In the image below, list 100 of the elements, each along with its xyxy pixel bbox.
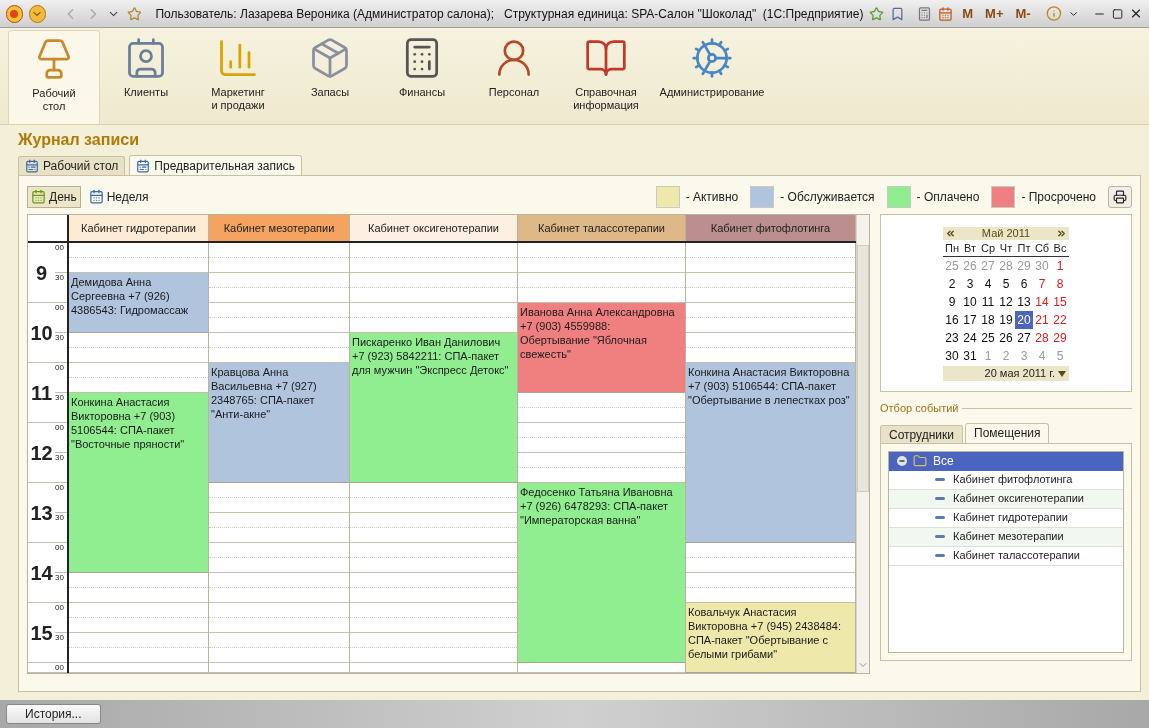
calendar-day[interactable]: 24	[961, 329, 979, 347]
calculator-icon[interactable]	[917, 5, 933, 22]
section-button[interactable]: Администрирование	[652, 30, 772, 124]
calendar-day[interactable]: 28	[1033, 329, 1051, 347]
calendar-icon[interactable]	[938, 5, 954, 22]
section-title: Отбор событий	[880, 401, 959, 416]
weekday-label: Вт	[963, 241, 977, 256]
minute-label: 30	[55, 513, 65, 522]
weekday-label: Ср	[979, 241, 997, 256]
hour-label: 10	[30, 322, 53, 343]
calendar-day[interactable]: 11	[979, 293, 997, 311]
calendar-day[interactable]: 5	[997, 275, 1015, 293]
calendar-day[interactable]: 12	[997, 293, 1015, 311]
collapse-icon[interactable]	[897, 456, 907, 466]
appointment-block[interactable]: Ковальчук Анастасия Викторовна +7 (945) 2438484: СПА-пакет "Обертывание с белыми грибами"	[686, 603, 855, 673]
calendar-day[interactable]: 2	[943, 275, 961, 293]
calendar-day[interactable]: 14	[1033, 293, 1051, 311]
tab[interactable]: Предварительная запись	[129, 155, 302, 175]
memory-button[interactable]: M+	[982, 3, 1007, 24]
hour-label: 11	[30, 382, 53, 403]
calendar-day[interactable]: 4	[979, 275, 997, 293]
tab-icon	[136, 158, 151, 173]
calendar-day[interactable]: 25	[979, 329, 997, 347]
calendar-day[interactable]: 1	[1051, 257, 1069, 275]
gear-icon	[690, 36, 734, 80]
view-button[interactable]: День	[27, 185, 81, 208]
calendar-day[interactable]: 29	[1051, 329, 1069, 347]
calendar-day[interactable]: 22	[1051, 311, 1069, 329]
appointment-block[interactable]: Пискаренко Иван Данилович +7 (923) 5842211: СПА-пакет для мужчин "Экспресс Детокс"	[350, 333, 517, 483]
info-icon[interactable]	[1045, 5, 1062, 22]
section-button[interactable]: Запасы	[284, 30, 376, 124]
minute-label: 30	[55, 273, 65, 282]
star-icon[interactable]	[869, 5, 885, 22]
filter-tab[interactable]: Помещения	[965, 422, 1050, 443]
calendar-day[interactable]: 20	[1015, 311, 1033, 329]
calendar-day[interactable]: 30	[943, 347, 961, 365]
calendar-day[interactable]: 21	[1033, 311, 1051, 329]
calendar-day[interactable]: 15	[1051, 293, 1069, 311]
tab[interactable]: Рабочий стол	[18, 156, 126, 175]
calendar-day[interactable]: 16	[943, 311, 961, 329]
calendar-day[interactable]: 31	[961, 347, 979, 365]
page-title: Журнал записи	[18, 130, 139, 150]
next-month-icon[interactable]	[1056, 228, 1067, 239]
calendar-day[interactable]: 17	[961, 311, 979, 329]
section-button[interactable]: Рабочий стол	[8, 30, 100, 124]
calendar-day[interactable]: 10	[961, 293, 979, 311]
minute-label: 00	[55, 423, 65, 432]
calendar-day[interactable]: 19	[997, 311, 1015, 329]
scrollbar[interactable]	[856, 215, 869, 673]
dash-icon	[935, 478, 945, 481]
calendar-day[interactable]: 13	[1015, 293, 1033, 311]
calendar-day[interactable]: 7	[1033, 275, 1051, 293]
appointment-block[interactable]: Конкина Анастасия Викторовна +7 (903) 5106544: СПА-пакет "Обертывание в лепестках роз"	[686, 363, 855, 543]
section-button[interactable]: Маркетинг и продажи	[192, 30, 284, 124]
menu-dropdown-icon[interactable]	[28, 4, 46, 23]
calendar-day[interactable]: 9	[943, 293, 961, 311]
section-button[interactable]: Клиенты	[100, 30, 192, 124]
calendar-day[interactable]: 3	[961, 275, 979, 293]
section-button[interactable]: Финансы	[376, 30, 468, 124]
minute-label: 00	[55, 663, 65, 672]
minute-label: 30	[55, 633, 65, 642]
appointment-block[interactable]: Иванова Анна Александровна +7 (903) 4559988: Обертывание "Яблочная свежесть"	[518, 303, 685, 393]
appointment-block[interactable]: Кравцова Анна Васильевна +7 (927) 2348765: СПА-пакет "Анти-акне"	[209, 363, 349, 483]
appointment-block[interactable]: Демидова Анна Сергеевна +7 (926) 4386543: Гидромассаж	[69, 273, 208, 333]
close-icon[interactable]	[1129, 6, 1143, 21]
calendar-day[interactable]: 8	[1051, 275, 1069, 293]
month-label: Май 2011	[981, 226, 1031, 242]
dash-icon	[935, 554, 945, 557]
column-header: Кабинет оксигенотерапии	[350, 215, 518, 241]
print-button[interactable]	[1108, 185, 1132, 208]
tab-icon	[25, 159, 39, 173]
section-button[interactable]: Справочная информация	[560, 30, 652, 124]
calendar-day[interactable]: 6	[1015, 275, 1033, 293]
legend-label: - Активно	[685, 188, 739, 206]
date-dropdown[interactable]: 20 мая 2011 г.	[943, 366, 1069, 381]
tree-row[interactable]: Все	[889, 451, 1123, 471]
column-header: Кабинет талассотерапии	[518, 215, 686, 241]
folder-icon	[913, 454, 927, 468]
dash-icon	[935, 497, 945, 500]
calendar-day[interactable]: 18	[979, 311, 997, 329]
memory-button[interactable]: M-	[1012, 3, 1034, 24]
legend-label: - Обслуживается	[780, 188, 875, 206]
weekday-label: Чт	[998, 241, 1014, 256]
star-icon[interactable]	[126, 5, 142, 22]
view-button[interactable]: Неделя	[84, 185, 153, 208]
appointment-block[interactable]: Федосенко Татьяна Ивановна +7 (926) 6478293: СПА-пакет "Императорская ванна"	[518, 483, 685, 663]
memory-button[interactable]: M	[959, 3, 977, 24]
calendar-day[interactable]: 23	[943, 329, 961, 347]
calendar-day[interactable]: 27	[1015, 329, 1033, 347]
dash-icon	[935, 516, 945, 519]
history-button[interactable]: История...	[6, 704, 101, 724]
appointment-block[interactable]: Конкина Анастасия Викторовна +7 (903) 5106544: СПА-пакет "Восточные пряности"	[69, 393, 208, 573]
maximize-icon[interactable]	[1111, 7, 1123, 20]
previous-month-icon[interactable]	[945, 228, 956, 239]
calendar-day[interactable]: 26	[997, 329, 1015, 347]
minute-label: 00	[55, 243, 65, 252]
section-button[interactable]: Персонал	[468, 30, 560, 124]
app-logo-icon[interactable]	[6, 4, 23, 23]
column-header: Кабинет фитофлотинга	[686, 215, 856, 241]
filter-tab[interactable]: Сотрудники	[880, 424, 963, 443]
